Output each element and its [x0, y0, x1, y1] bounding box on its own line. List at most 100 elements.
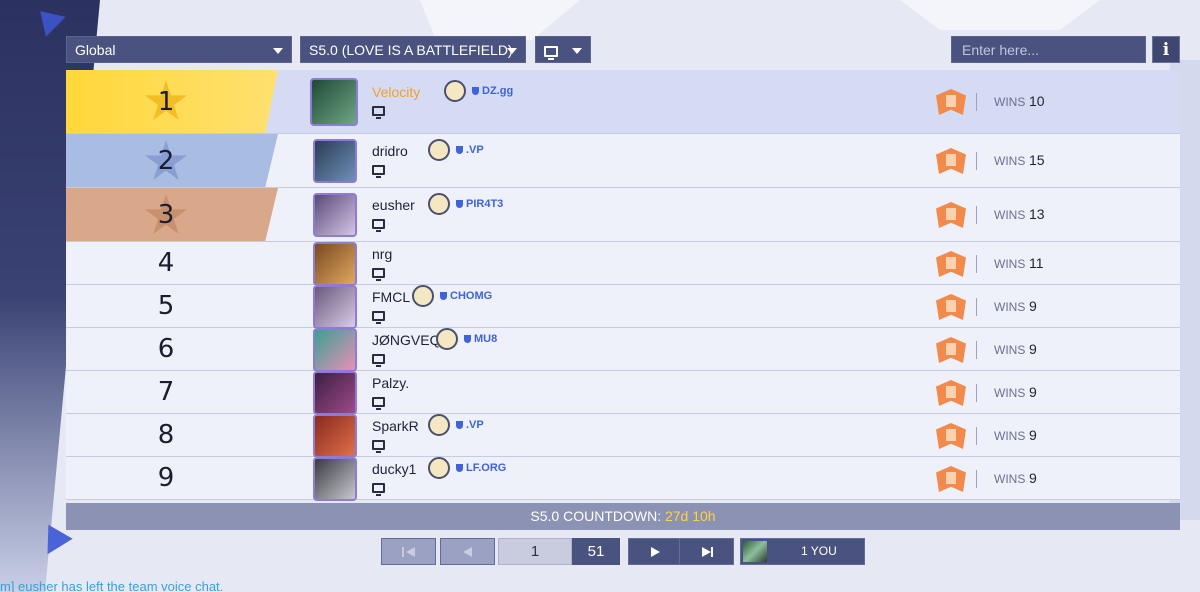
club-emblem-icon [428, 139, 450, 161]
wins-label: WINS [994, 208, 1026, 222]
leaderboard-row[interactable]: 4 nrg WINS 11 [66, 242, 1180, 286]
divider [976, 206, 977, 224]
player-name[interactable]: eusher [372, 197, 415, 213]
player-name[interactable]: ducky1 [372, 461, 416, 477]
player-name[interactable]: nrg [372, 246, 392, 262]
season-countdown-bar: S5.0 COUNTDOWN: 27d 10h [66, 503, 1180, 530]
player-avatar[interactable] [313, 457, 357, 501]
player-search-input[interactable] [951, 36, 1146, 63]
player-avatar[interactable] [313, 139, 357, 183]
club-tag[interactable]: DZ.gg [472, 85, 513, 97]
region-dropdown-label: Global [75, 42, 116, 58]
player-name[interactable]: JØNGVEQ [372, 332, 440, 348]
shield-icon [440, 292, 447, 300]
wins-value: 9 [1029, 470, 1037, 486]
shield-icon [472, 87, 479, 95]
rank-number: 6 [157, 334, 175, 364]
wins-label: WINS [994, 386, 1026, 400]
player-name[interactable]: Velocity [372, 84, 420, 100]
competitive-rank-icon [936, 251, 966, 277]
player-name[interactable]: Palzy. [372, 375, 409, 391]
leaderboard-row[interactable]: 6 JØNGVEQ MU8 WINS 9 [66, 328, 1180, 372]
info-button[interactable]: i [1152, 36, 1180, 63]
club-emblem-icon [428, 457, 450, 479]
leaderboard-row[interactable]: 7 Palzy. WINS 9 [66, 371, 1180, 415]
rank-number: 7 [157, 377, 175, 407]
rank-number: 4 [157, 248, 175, 278]
wins-label: WINS [994, 343, 1026, 357]
rank-number: 5 [157, 291, 175, 321]
wins-value: 15 [1029, 152, 1045, 168]
leaderboard-row[interactable]: 1 Velocity DZ.gg WINS 10 [66, 70, 1180, 134]
skip-first-icon [402, 547, 404, 557]
page-number-input[interactable]: 1 [498, 538, 572, 565]
season-dropdown[interactable]: S5.0 (LOVE IS A BATTLEFIELD) [300, 36, 526, 63]
player-avatar[interactable] [313, 193, 357, 237]
club-emblem-icon [428, 193, 450, 215]
wins-label: WINS [994, 472, 1026, 486]
competitive-rank-icon [936, 294, 966, 320]
divider [976, 470, 977, 488]
wins-value: 9 [1029, 384, 1037, 400]
season-dropdown-label: S5.0 (LOVE IS A BATTLEFIELD) [309, 42, 513, 58]
wins-label: WINS [994, 154, 1026, 168]
jump-to-you-button[interactable]: 1 YOU [740, 538, 865, 565]
player-name[interactable]: dridro [372, 143, 408, 159]
wins-value: 9 [1029, 341, 1037, 357]
last-page-button[interactable] [679, 538, 734, 565]
player-avatar[interactable] [313, 371, 357, 415]
club-tag-text: LF.ORG [466, 462, 507, 474]
chevron-down-icon [507, 48, 517, 54]
leaderboard-row[interactable]: 8 SparkR .VP WINS 9 [66, 414, 1180, 458]
pc-platform-icon [372, 268, 385, 281]
player-name[interactable]: FMCL [372, 289, 410, 305]
pc-platform-icon [372, 354, 385, 367]
divider [976, 93, 977, 111]
leaderboard-row[interactable]: 2 dridro .VP WINS 15 [66, 134, 1180, 188]
player-avatar[interactable] [313, 328, 357, 372]
countdown-time: 27d 10h [664, 508, 716, 524]
divider [976, 298, 977, 316]
my-avatar [743, 541, 767, 562]
player-name[interactable]: SparkR [372, 418, 419, 434]
club-tag[interactable]: LF.ORG [456, 462, 506, 474]
wins-label: WINS [994, 300, 1026, 314]
chat-notification: m] eusher has left the team voice chat. [0, 579, 224, 592]
player-avatar[interactable] [313, 414, 357, 458]
club-tag[interactable]: .VP [456, 144, 484, 156]
pc-platform-icon [372, 440, 385, 453]
player-avatar[interactable] [313, 242, 357, 286]
platform-dropdown[interactable] [535, 36, 591, 63]
club-tag[interactable]: MU8 [464, 333, 497, 345]
rank-number: 3 [157, 199, 175, 230]
countdown-label: S5.0 COUNTDOWN: [530, 508, 662, 524]
player-avatar[interactable] [310, 78, 358, 126]
monitor-icon [544, 45, 558, 60]
club-tag-text: .VP [466, 419, 484, 431]
wins-label: WINS [994, 257, 1026, 271]
club-tag[interactable]: PIR4T3 [456, 198, 503, 210]
leaderboard-row[interactable]: 5 FMCL CHOMG WINS 9 [66, 285, 1180, 329]
divider [976, 427, 977, 445]
club-tag[interactable]: CHOMG [440, 290, 492, 302]
leaderboard-row[interactable]: 3 eusher PIR4T3 WINS 13 [66, 188, 1180, 242]
chevron-down-icon [273, 48, 283, 54]
club-emblem-icon [428, 414, 450, 436]
chevron-down-icon [572, 48, 582, 54]
competitive-rank-icon [936, 423, 966, 449]
previous-page-button[interactable] [440, 538, 495, 565]
player-avatar[interactable] [313, 285, 357, 329]
next-page-button[interactable] [628, 538, 683, 565]
arrow-left-icon [463, 547, 472, 557]
leaderboard-table: 1 Velocity DZ.gg WINS 10 2 dridro .VP WINS 15 3 eus… [66, 70, 1180, 501]
pc-platform-icon [372, 397, 385, 410]
leaderboard-row[interactable]: 9 ducky1 LF.ORG WINS 9 [66, 457, 1180, 501]
competitive-rank-icon [936, 202, 966, 228]
background-shard [900, 0, 1100, 30]
wins-value: 10 [1029, 93, 1045, 109]
club-tag[interactable]: .VP [456, 419, 484, 431]
region-dropdown[interactable]: Global [66, 36, 292, 63]
first-page-button[interactable] [381, 538, 436, 565]
divider [976, 152, 977, 170]
wins-label: WINS [994, 95, 1026, 109]
